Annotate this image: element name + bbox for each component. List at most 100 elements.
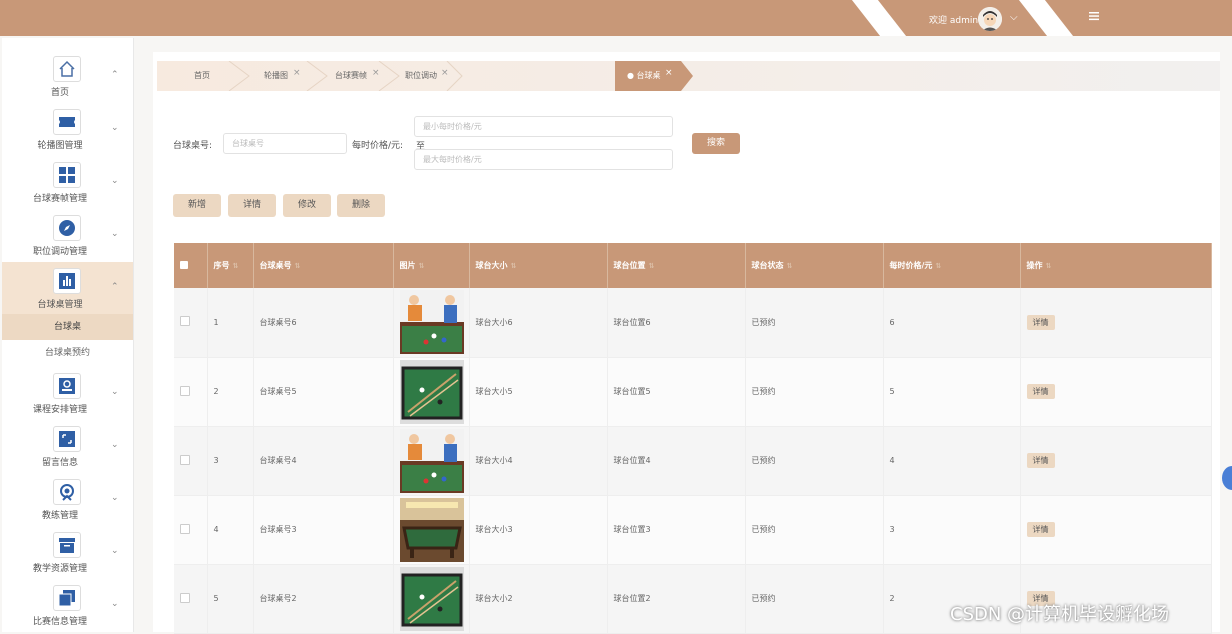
sidebar-subitem-tables[interactable]: 台球桌 xyxy=(2,314,133,340)
price-per-hour: 6 xyxy=(883,288,1021,358)
sidebar-item-label: 教练管理 xyxy=(41,511,78,521)
green-table-cues-image xyxy=(399,359,464,424)
sidebar-item-tables[interactable]: 台球桌管理 ⌃ xyxy=(2,262,133,314)
row-detail-button[interactable]: 详情 xyxy=(1026,384,1055,399)
table-status: 已预约 xyxy=(745,357,884,427)
tab-home[interactable]: 首页 xyxy=(194,61,210,91)
column-header[interactable]: 序号 ⇅ xyxy=(207,243,254,288)
compass-icon xyxy=(53,215,81,241)
chevron-down-icon: ⌄ xyxy=(111,387,119,397)
sidebar-item-messages[interactable]: 留言信息 ⌄ xyxy=(2,420,133,472)
table-image xyxy=(393,357,470,427)
sidebar-item-coaches[interactable]: 教练管理 ⌄ xyxy=(2,473,133,525)
chevron-down-icon: ⌄ xyxy=(111,493,119,503)
avatar[interactable] xyxy=(978,7,1002,31)
sidebar-item-label: 职位调动管理 xyxy=(32,247,87,257)
table-image xyxy=(393,564,470,634)
price-label: 每时价格/元: xyxy=(352,141,404,151)
delete-button[interactable]: 删除 xyxy=(337,194,385,217)
detail-button[interactable]: 详情 xyxy=(228,194,276,217)
row-checkbox[interactable] xyxy=(180,523,190,534)
chevron-down-icon: ⌄ xyxy=(111,176,119,186)
column-header[interactable]: 每时价格/元 ⇅ xyxy=(883,243,1021,288)
table-no-label: 台球桌号: xyxy=(173,141,213,151)
grid-icon xyxy=(53,162,81,188)
table-row[interactable]: 3 台球桌号4 球台大小4 球台位置4 已预约 4 详情 xyxy=(174,426,1212,496)
breadcrumb: 首页 轮播图 × 台球赛帧 × 职位调动 × ● 台球桌 × xyxy=(153,52,1220,102)
tab-match-frames[interactable]: 台球赛帧 × xyxy=(335,61,380,91)
sidebar-item-resources[interactable]: 教学资源管理 ⌄ xyxy=(2,526,133,578)
table-size: 球台大小3 xyxy=(469,495,608,565)
coach-icon xyxy=(53,479,81,505)
tab-transfers[interactable]: 职位调动 × xyxy=(405,61,449,91)
sidebar-item-label: 课程安排管理 xyxy=(32,405,87,415)
row-detail-button[interactable]: 详情 xyxy=(1026,453,1055,468)
sidebar-item-competitions[interactable]: 比赛信息管理 ⌄ xyxy=(2,579,133,631)
home-icon xyxy=(53,56,81,82)
sidebar-subitem-reservations[interactable]: 台球桌预约 xyxy=(2,340,133,366)
table-status: 已预约 xyxy=(745,288,884,358)
chart-icon xyxy=(53,268,81,294)
chevron-down-icon: ⌄ xyxy=(111,229,119,239)
row-detail-button[interactable]: 详情 xyxy=(1026,314,1055,330)
row-checkbox[interactable] xyxy=(180,592,190,603)
watermark: CSDN @计算机毕设孵化场 xyxy=(950,604,1170,625)
add-button[interactable]: 新增 xyxy=(173,194,221,217)
price-max-input[interactable]: 最大每时价格/元 xyxy=(414,149,673,170)
sidebar-item-carousel[interactable]: 轮播图管理 ⌄ xyxy=(2,103,133,155)
column-header[interactable]: 台球桌号 ⇅ xyxy=(253,243,394,288)
table-number: 台球桌号3 xyxy=(253,495,394,565)
table-size: 球台大小6 xyxy=(469,288,608,358)
room-table-image xyxy=(399,497,464,562)
sidebar-item-match-frames[interactable]: 台球赛帧管理 ⌄ xyxy=(2,156,133,208)
sidebar-item-home[interactable]: 首页 ⌃ xyxy=(2,50,133,102)
row-index: 1 xyxy=(207,288,254,358)
chevron-up-icon: ⌃ xyxy=(111,70,119,80)
user-menu-chevron-icon[interactable]: ⌵ xyxy=(1010,12,1018,23)
row-checkbox[interactable] xyxy=(180,316,190,327)
table-location: 球台位置4 xyxy=(607,426,746,496)
message-icon xyxy=(53,426,81,452)
floating-action-button[interactable] xyxy=(1222,466,1232,490)
sidebar-item-label: 比赛信息管理 xyxy=(32,617,87,627)
cartoon-players-image xyxy=(399,428,464,493)
sidebar-item-transfers[interactable]: 职位调动管理 ⌄ xyxy=(2,209,133,261)
price-per-hour: 3 xyxy=(883,495,1021,565)
chevron-up-icon: ⌃ xyxy=(111,282,119,292)
column-header[interactable]: 球台大小 ⇅ xyxy=(469,243,608,288)
search-button[interactable]: 搜索 xyxy=(692,133,740,154)
menu-icon[interactable] xyxy=(1088,10,1100,22)
edit-button[interactable]: 修改 xyxy=(283,194,331,217)
column-header[interactable]: 球台状态 ⇅ xyxy=(745,243,884,288)
carousel-icon xyxy=(53,109,81,135)
tab-carousel[interactable]: 轮播图 × xyxy=(264,61,301,91)
table-row[interactable]: 1 台球桌号6 球台大小6 球台位置6 已预约 6 详情 xyxy=(174,288,1212,358)
table-number: 台球桌号4 xyxy=(253,426,394,496)
close-icon[interactable]: × xyxy=(665,58,673,88)
select-all-checkbox[interactable] xyxy=(174,243,208,288)
table-row[interactable]: 4 台球桌号3 球台大小3 球台位置3 已预约 3 详情 xyxy=(174,495,1212,565)
row-detail-button[interactable]: 详情 xyxy=(1026,522,1055,537)
price-min-input[interactable]: 最小每时价格/元 xyxy=(414,116,673,137)
price-per-hour: 5 xyxy=(883,357,1021,427)
row-checkbox[interactable] xyxy=(180,454,190,465)
close-icon[interactable]: × xyxy=(293,58,301,88)
column-header[interactable]: 球台位置 ⇅ xyxy=(607,243,746,288)
tab-tables[interactable]: ● 台球桌 × xyxy=(627,61,673,91)
table-number: 台球桌号5 xyxy=(253,357,394,427)
table-status: 已预约 xyxy=(745,426,884,496)
decor-stripe xyxy=(1018,0,1074,36)
table-image xyxy=(393,426,470,496)
table-row[interactable]: 2 台球桌号5 球台大小5 球台位置5 已预约 5 详情 xyxy=(174,357,1212,427)
table-size: 球台大小5 xyxy=(469,357,608,427)
table-location: 球台位置3 xyxy=(607,495,746,565)
close-icon[interactable]: × xyxy=(372,58,380,88)
close-icon[interactable]: × xyxy=(441,58,449,88)
sidebar-item-courses[interactable]: 课程安排管理 ⌄ xyxy=(2,367,133,419)
table-no-input[interactable]: 台球桌号 xyxy=(223,133,347,154)
table-size: 球台大小2 xyxy=(469,564,608,634)
table-size: 球台大小4 xyxy=(469,426,608,496)
row-checkbox[interactable] xyxy=(180,385,190,396)
column-header: 操作 ⇅ xyxy=(1020,243,1212,288)
column-header[interactable]: 图片 ⇅ xyxy=(393,243,470,288)
